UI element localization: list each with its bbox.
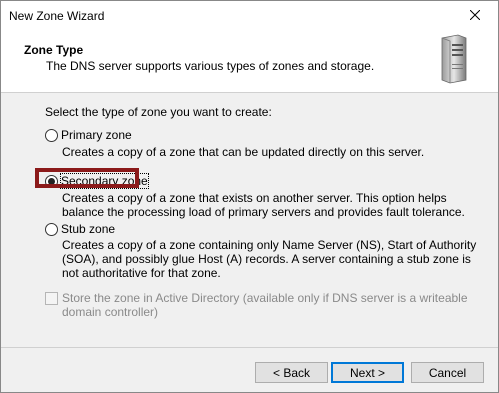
next-button[interactable]: Next > (331, 362, 404, 383)
primary-zone-label: Primary zone (61, 128, 132, 142)
server-icon (438, 34, 468, 87)
wizard-header: Zone Type The DNS server supports variou… (1, 31, 498, 93)
zone-type-prompt: Select the type of zone you want to crea… (45, 105, 272, 119)
cancel-button[interactable]: Cancel (411, 362, 484, 383)
store-in-ad-checkbox[interactable] (45, 292, 58, 305)
secondary-zone-description: Creates a copy of a zone that exists on … (62, 191, 465, 219)
stub-zone-label: Stub zone (61, 222, 116, 236)
primary-zone-option[interactable]: Primary zone (45, 128, 132, 142)
title-bar: New Zone Wizard (1, 1, 498, 31)
stub-zone-description: Creates a copy of a zone containing only… (62, 238, 477, 280)
stub-zone-radio[interactable] (45, 222, 58, 236)
window-title: New Zone Wizard (9, 9, 105, 23)
wizard-footer: < Back Next > Cancel (1, 347, 498, 393)
primary-zone-description: Creates a copy of a zone that can be upd… (62, 145, 425, 159)
primary-zone-radio[interactable] (45, 128, 58, 142)
back-button[interactable]: < Back (255, 362, 328, 383)
stub-zone-option[interactable]: Stub zone (45, 222, 115, 236)
close-icon (469, 9, 481, 23)
close-button[interactable] (452, 1, 498, 31)
store-in-ad-label: Store the zone in Active Directory (avai… (62, 291, 468, 319)
store-in-ad-option[interactable]: Store the zone in Active Directory (avai… (45, 291, 482, 319)
page-description: The DNS server supports various types of… (46, 59, 375, 73)
new-zone-wizard-window: New Zone Wizard Zone Type The DNS server… (0, 0, 499, 393)
highlight-box (35, 168, 139, 188)
page-title: Zone Type (24, 43, 84, 57)
